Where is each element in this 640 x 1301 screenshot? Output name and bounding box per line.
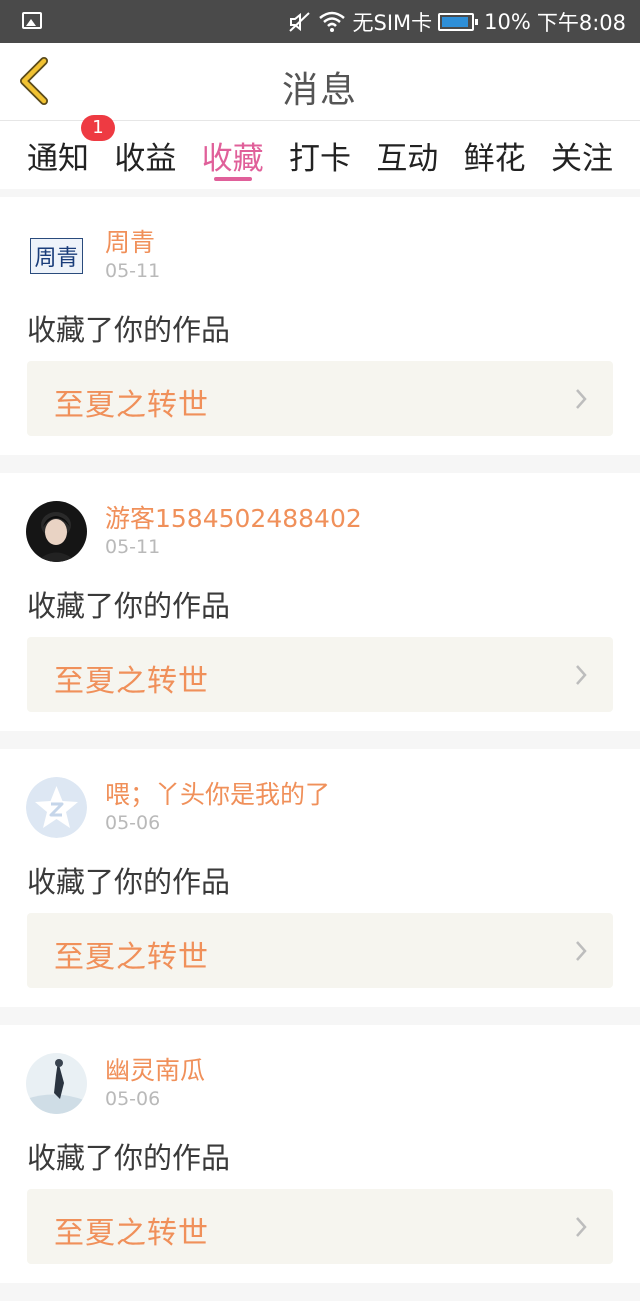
action-text: 收藏了你的作品 — [27, 313, 231, 347]
list-item: 周青 周青 05-11 收藏了你的作品 至夏之转世 — [0, 197, 640, 455]
work-title: 至夏之转世 — [54, 388, 209, 423]
wifi-icon — [318, 11, 346, 33]
message-date: 05-11 — [105, 536, 161, 558]
work-link[interactable]: 至夏之转世 — [27, 361, 613, 436]
tab-interaction[interactable]: 互动 — [376, 121, 438, 189]
chevron-right-icon — [576, 665, 587, 685]
action-text: 收藏了你的作品 — [27, 1141, 231, 1175]
chevron-right-icon — [576, 941, 587, 961]
avatar[interactable] — [26, 777, 87, 838]
avatar[interactable]: 周青 — [26, 225, 87, 286]
message-date: 05-11 — [105, 260, 161, 282]
user-name[interactable]: 幽灵南瓜 — [105, 1051, 205, 1087]
action-text: 收藏了你的作品 — [27, 589, 231, 623]
avatar[interactable] — [26, 1053, 87, 1114]
action-text: 收藏了你的作品 — [27, 865, 231, 899]
tab-bar: 通知 1 收益 收藏 打卡 互动 鲜花 关注 — [0, 115, 640, 189]
message-date: 05-06 — [105, 1088, 161, 1110]
list-item: 幽灵南瓜 05-06 收藏了你的作品 至夏之转世 — [0, 1025, 640, 1283]
app-header: 消息 — [0, 43, 640, 121]
work-title: 至夏之转世 — [54, 940, 209, 975]
message-list: 周青 周青 05-11 收藏了你的作品 至夏之转世 游客158450248840… — [0, 197, 640, 1301]
default-avatar-star-icon — [26, 777, 87, 838]
tab-label: 打卡 — [288, 141, 351, 177]
list-item: 喂；丫头你是我的了 05-06 收藏了你的作品 至夏之转世 — [0, 749, 640, 1007]
list-item: 游客1584502488402 05-11 收藏了你的作品 至夏之转世 — [0, 473, 640, 731]
unread-badge: 1 — [81, 115, 115, 141]
clock: 下午8:08 — [536, 10, 626, 35]
tab-checkin[interactable]: 打卡 — [289, 121, 351, 189]
message-date: 05-06 — [105, 812, 161, 834]
chevron-right-icon — [576, 1217, 587, 1237]
image-notification-icon — [22, 12, 42, 29]
avatar[interactable] — [26, 501, 87, 562]
mute-icon — [288, 10, 312, 34]
tab-flowers[interactable]: 鲜花 — [464, 121, 526, 189]
chevron-right-icon — [576, 389, 587, 409]
tab-notifications[interactable]: 通知 1 — [27, 115, 115, 189]
user-photo-icon — [26, 501, 87, 562]
tab-earnings[interactable]: 收益 — [114, 121, 176, 189]
tab-label: 收藏 — [201, 141, 264, 177]
status-bar: 无SIM卡 10% 下午8:08 — [0, 0, 640, 43]
user-photo-icon — [26, 1053, 87, 1114]
tab-label: 通知 — [27, 141, 89, 177]
page-title: 消息 — [281, 70, 358, 111]
work-link[interactable]: 至夏之转世 — [27, 1189, 613, 1264]
carrier-text: 无SIM卡 — [352, 10, 433, 35]
work-title: 至夏之转世 — [54, 664, 209, 699]
battery-icon — [438, 12, 479, 31]
user-name[interactable]: 周青 — [105, 223, 155, 259]
work-link[interactable]: 至夏之转世 — [27, 637, 613, 712]
tab-favorites[interactable]: 收藏 — [202, 121, 264, 189]
work-link[interactable]: 至夏之转世 — [27, 913, 613, 988]
tab-label: 关注 — [550, 141, 613, 177]
tab-label: 收益 — [114, 141, 177, 177]
tab-label: 互动 — [376, 141, 439, 177]
tab-label: 鲜花 — [463, 141, 526, 177]
battery-percent: 10% — [484, 9, 531, 34]
user-name[interactable]: 喂；丫头你是我的了 — [105, 775, 330, 811]
work-title: 至夏之转世 — [54, 1216, 209, 1251]
avatar-logo-text: 周青 — [30, 237, 83, 274]
user-name[interactable]: 游客1584502488402 — [105, 499, 362, 535]
tab-follow[interactable]: 关注 — [551, 121, 613, 189]
